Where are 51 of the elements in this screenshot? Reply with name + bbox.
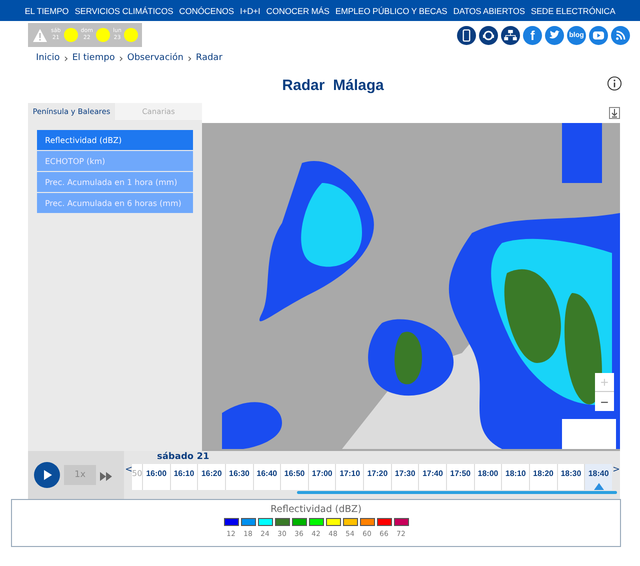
fast-forward-icon[interactable] [100, 472, 112, 480]
nav-link[interactable]: DATOS ABIERTOS [450, 6, 528, 16]
time-slot[interactable]: 16:20 [197, 464, 225, 490]
breadcrumb-separator: › [187, 54, 192, 62]
time-slot[interactable]: 18:20 [528, 464, 557, 490]
nav-link[interactable]: CONOCER MÁS [263, 6, 332, 16]
headset-icon[interactable] [479, 26, 498, 44]
legend-title: Reflectividad (dBZ) [270, 504, 362, 515]
info-icon[interactable] [607, 76, 622, 91]
mobile-icon[interactable] [457, 26, 476, 44]
time-slot[interactable]: 16:00 [142, 464, 170, 490]
nav-link[interactable]: SERVICIOS CLIMÁTICOS [72, 6, 176, 16]
nav-link[interactable]: EL TIEMPO [22, 6, 72, 16]
breadcrumb-separator: › [118, 54, 124, 62]
time-slot[interactable]: 17:20 [363, 464, 391, 490]
nav-link[interactable]: I+D+I [236, 6, 264, 16]
breadcrumb-link[interactable]: Radar [196, 53, 222, 63]
page-title: Radar Málaga [282, 76, 384, 94]
time-slot[interactable]: 17:10 [335, 464, 364, 490]
breadcrumb-separator: › [64, 54, 68, 62]
warning-icon [32, 28, 48, 42]
nav-link[interactable]: CONÓCENOS [176, 6, 237, 16]
timeline-day: sábado 21 [124, 451, 620, 464]
nav-link[interactable]: SEDE ELECTRÓNICA [528, 6, 618, 16]
time-slot[interactable]: 18:40 [584, 464, 612, 490]
time-slot[interactable]: 16:50 [280, 464, 308, 490]
time-slot[interactable]: 16:10 [170, 464, 198, 490]
download-icon[interactable] [609, 107, 620, 119]
previous-button[interactable]: < [125, 465, 133, 475]
rss-icon[interactable] [611, 26, 630, 44]
time-slot[interactable]: 18:10 [501, 464, 529, 490]
play-icon [41, 469, 53, 481]
time-slot[interactable]: 17:00 [308, 464, 336, 490]
twitter-icon[interactable] [545, 26, 564, 44]
facebook-icon[interactable]: f [523, 26, 542, 44]
next-button[interactable]: > [612, 465, 620, 475]
breadcrumb-link[interactable]: Observación [127, 53, 184, 63]
nav-link[interactable]: EMPLEO PÚBLICO Y BECAS [332, 6, 450, 16]
time-slot[interactable]: 16:30 [224, 464, 253, 490]
time-slot[interactable]: 17:40 [418, 464, 446, 490]
network-icon[interactable] [501, 26, 520, 44]
time-slot[interactable]: 17:30 [390, 464, 418, 490]
play-button[interactable] [34, 462, 60, 488]
time-slot[interactable]: 18:00 [474, 464, 502, 490]
product-item[interactable]: Reflectividad (dBZ) [37, 130, 193, 150]
breadcrumb-link[interactable]: El tiempo [72, 53, 115, 63]
time-slot[interactable]: 16:40 [252, 464, 280, 490]
logo-placeholder [562, 419, 616, 449]
breadcrumb-link[interactable]: Inicio [36, 53, 60, 63]
time-slot[interactable]: 17:50 [446, 464, 474, 490]
youtube-icon[interactable] [589, 26, 608, 44]
